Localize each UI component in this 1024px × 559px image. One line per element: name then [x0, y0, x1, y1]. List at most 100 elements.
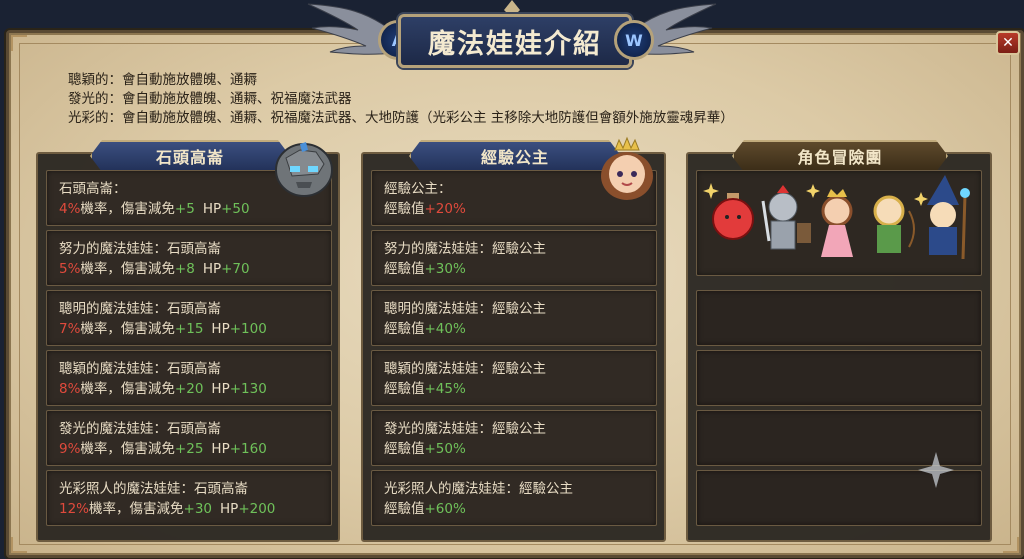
hp-label: HP: [211, 381, 230, 397]
party-characters-icon: [703, 175, 970, 260]
hp-value: +100: [229, 321, 267, 337]
exp-value: +30%: [424, 261, 466, 277]
doll-slot[interactable]: 聰明的魔法娃娃：經驗公主 經驗值+40%: [371, 290, 657, 346]
hp-label: HP: [211, 441, 230, 457]
rate-value: 7%: [59, 321, 81, 337]
slot-title: 努力的魔法娃娃：經驗公主: [384, 241, 546, 257]
dmg-value: +20: [174, 381, 204, 397]
slot-stats: 經驗值+50%: [384, 437, 466, 457]
slot-stats: 9%機率，傷害減免+25 HP+160: [59, 437, 267, 457]
doll-slot[interactable]: 發光的魔法娃娃：經驗公主 經驗值+50%: [371, 410, 657, 466]
close-button[interactable]: ✕: [996, 31, 1020, 55]
doll-slot[interactable]: 聰穎的魔法娃娃：石頭高崙 8%機率，傷害減免+20 HP+130: [46, 350, 332, 406]
doll-slot[interactable]: 努力的魔法娃娃：石頭高崙 5%機率，傷害減免+8 HP+70: [46, 230, 332, 286]
party-banner-slot: [696, 170, 982, 276]
panel-header: 經驗公主: [409, 140, 621, 172]
exp-label: 經驗值: [384, 501, 425, 517]
sparkle-icon: [918, 452, 954, 488]
info-line: 光彩的：會自動施放體魄、通耨、祝福魔法武器、大地防護（光彩公主 主移除大地防護但…: [68, 110, 734, 126]
dmg-value: +15: [174, 321, 204, 337]
exp-value: +20%: [424, 201, 466, 217]
exp-princess-panel: 經驗公主 經驗公主： 經驗值+20% 努力的魔法娃娃：經驗公主 經驗值+30% …: [361, 136, 666, 542]
rate-value: 5%: [59, 261, 81, 277]
hp-value: +200: [238, 501, 276, 517]
slot-title: 發光的魔法娃娃：經驗公主: [384, 421, 546, 437]
exp-label: 經驗值: [384, 441, 425, 457]
slot-stats: 4%機率，傷害減免+5 HP+50: [59, 197, 250, 217]
exp-value: +60%: [424, 501, 466, 517]
doll-slot[interactable]: 光彩照人的魔法娃娃：石頭高崙 12%機率，傷害減免+30 HP+200: [46, 470, 332, 526]
doll-slot[interactable]: 聰穎的魔法娃娃：經驗公主 經驗值+45%: [371, 350, 657, 406]
hp-label: HP: [220, 501, 239, 517]
slot-title: 石頭高崙：: [59, 181, 127, 197]
doll-slot[interactable]: 光彩照人的魔法娃娃：經驗公主 經驗值+60%: [371, 470, 657, 526]
hp-label: HP: [202, 261, 222, 277]
stone-golem-panel: 石頭高崙 石頭高崙： 4%機率，傷害減免+5 HP+50 努力的魔法娃娃：石頭高崙…: [36, 152, 340, 542]
exp-label: 經驗值: [384, 381, 425, 397]
slot-title: 經驗公主：: [384, 181, 452, 197]
hp-value: +50: [221, 201, 250, 217]
hp-value: +160: [229, 441, 267, 457]
exp-label: 經驗值: [384, 321, 425, 337]
slot-stats: 經驗值+40%: [384, 317, 466, 337]
slot-stats: 經驗值+45%: [384, 377, 466, 397]
slot-stats: 8%機率，傷害減免+20 HP+130: [59, 377, 267, 397]
title-plate: 魔法娃娃介紹: [398, 14, 632, 68]
slot-title: 光彩照人的魔法娃娃：經驗公主: [384, 481, 573, 497]
rate-text: 機率，傷害減免: [80, 201, 175, 217]
rate-text: 機率，傷害減免: [80, 261, 175, 277]
exp-label: 經驗值: [384, 201, 425, 217]
slot-title: 發光的魔法娃娃：石頭高崙: [59, 421, 221, 437]
exp-value: +40%: [424, 321, 466, 337]
rate-value: 8%: [59, 381, 81, 397]
rate-text: 機率，傷害減免: [89, 501, 184, 517]
panel-header: 角色冒險團: [732, 140, 948, 172]
slot-stats: 經驗值+30%: [384, 257, 466, 277]
slot-stats: 7%機率，傷害減免+15 HP+100: [59, 317, 267, 337]
slot-stats: 經驗值+20%: [384, 197, 466, 217]
frame-corner: [11, 35, 27, 51]
doll-slot[interactable]: 發光的魔法娃娃：石頭高崙 9%機率，傷害減免+25 HP+160: [46, 410, 332, 466]
potion-icon: [712, 193, 754, 240]
slot-title: 努力的魔法娃娃：石頭高崙: [59, 241, 221, 257]
princess-icon: [601, 136, 653, 200]
slot-title: 聰穎的魔法娃娃：石頭高崙: [59, 361, 221, 377]
slot-title: 聰明的魔法娃娃：經驗公主: [384, 301, 546, 317]
empty-slot[interactable]: [696, 350, 982, 406]
rate-text: 機率，傷害減免: [80, 321, 175, 337]
slot-title: 聰明的魔法娃娃：石頭高崙: [59, 301, 221, 317]
rune-w-icon: W: [614, 20, 654, 60]
info-line: 發光的：會自動施放體魄、通耨、祝福魔法武器: [68, 91, 352, 107]
dmg-value: +25: [174, 441, 204, 457]
stone-golem-icon: [275, 142, 333, 197]
empty-slot[interactable]: [696, 290, 982, 346]
dmg-value: +8: [174, 261, 195, 277]
hp-value: +70: [221, 261, 250, 277]
slot-title: 光彩照人的魔法娃娃：石頭高崙: [59, 481, 248, 497]
rate-value: 9%: [59, 441, 81, 457]
slot-stats: 12%機率，傷害減免+30 HP+200: [59, 497, 275, 517]
hp-label: HP: [202, 201, 222, 217]
frame-corner: [1003, 537, 1019, 553]
hp-value: +130: [229, 381, 267, 397]
doll-slot[interactable]: 努力的魔法娃娃：經驗公主 經驗值+30%: [371, 230, 657, 286]
panel-header: 石頭高崙: [90, 140, 290, 172]
rate-value: 4%: [59, 201, 81, 217]
hp-label: HP: [211, 321, 230, 337]
exp-value: +45%: [424, 381, 466, 397]
title-banner: A 魔法娃娃介紹 W: [300, 0, 724, 76]
frame-corner: [11, 537, 27, 553]
rate-value: 12%: [59, 501, 90, 517]
info-line: 聰穎的：會自動施放體魄、通耨: [68, 72, 257, 88]
rate-text: 機率，傷害減免: [80, 441, 175, 457]
dmg-value: +30: [183, 501, 213, 517]
doll-slot[interactable]: 聰明的魔法娃娃：石頭高崙 7%機率，傷害減免+15 HP+100: [46, 290, 332, 346]
dmg-value: +5: [174, 201, 195, 217]
slot-stats: 5%機率，傷害減免+8 HP+70: [59, 257, 250, 277]
exp-label: 經驗值: [384, 261, 425, 277]
rate-text: 機率，傷害減免: [80, 381, 175, 397]
page-title: 魔法娃娃介紹: [428, 28, 602, 60]
exp-value: +50%: [424, 441, 466, 457]
slot-stats: 經驗值+60%: [384, 497, 466, 517]
info-block: 聰穎的：會自動施放體魄、通耨 發光的：會自動施放體魄、通耨、祝福魔法武器 光彩的…: [68, 71, 734, 128]
